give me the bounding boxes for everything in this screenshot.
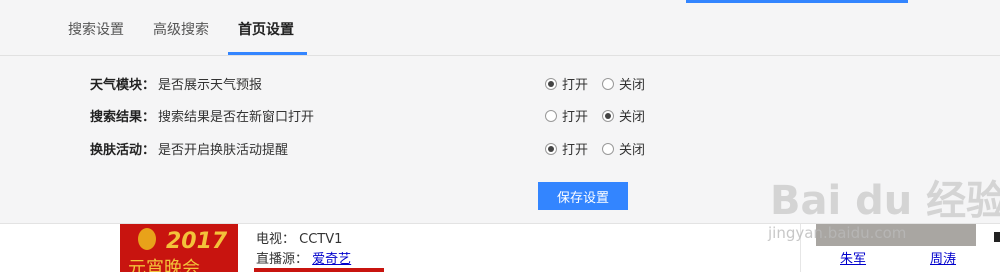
scroll-edge-mark — [994, 232, 1000, 242]
radio-label: 关闭 — [619, 110, 646, 125]
active-tab-indicator — [228, 52, 307, 55]
host-link[interactable]: 朱军 — [840, 248, 866, 267]
save-settings-button[interactable]: 保存设置 — [538, 182, 628, 210]
setting-label: 搜索结果： — [90, 110, 156, 125]
stream-source-line: 直播源： 爱奇艺 — [256, 248, 351, 267]
tv-channel-line: 电视： CCTV1 — [256, 228, 342, 247]
lantern-icon — [138, 228, 156, 250]
poster-title: 元宵晚会 — [128, 258, 200, 272]
setting-description: 是否展示天气预报 — [158, 78, 263, 93]
setting-label: 换肤活动： — [90, 143, 156, 158]
red-divider — [254, 268, 384, 272]
host-link[interactable]: 周涛 — [930, 248, 956, 267]
setting-description: 搜索结果是否在新窗口打开 — [158, 110, 315, 125]
tv-value: CCTV1 — [299, 232, 343, 247]
source-label: 直播源： — [256, 252, 309, 267]
radio-label: 关闭 — [619, 143, 646, 158]
results-on-radio[interactable]: 打开 — [545, 106, 588, 125]
radio-unselected-icon — [602, 77, 614, 90]
setting-row-search-results: 搜索结果： 搜索结果是否在新窗口打开 打开 关闭 — [90, 104, 970, 125]
radio-label: 打开 — [562, 110, 589, 125]
setting-description: 是否开启换肤活动提醒 — [158, 143, 289, 158]
tab-advanced-search[interactable]: 高级搜索 — [153, 19, 209, 39]
radio-label: 打开 — [562, 143, 589, 158]
skin-on-radio[interactable]: 打开 — [545, 139, 588, 158]
radio-selected-icon — [545, 142, 557, 155]
poster-year: 2017 — [166, 229, 228, 254]
tv-label: 电视： — [256, 232, 296, 247]
weather-on-radio[interactable]: 打开 — [545, 74, 588, 93]
setting-row-weather: 天气模块： 是否展示天气预报 打开 关闭 — [90, 72, 970, 93]
settings-tabs: 搜索设置 高级搜索 首页设置 — [0, 0, 1000, 56]
gala-poster-image[interactable]: 2017 元宵晚会 — [120, 224, 238, 272]
radio-unselected-icon — [602, 142, 614, 155]
radio-label: 打开 — [562, 78, 589, 93]
radio-unselected-icon — [545, 109, 557, 122]
setting-label: 天气模块： — [90, 78, 156, 93]
radio-label: 关闭 — [619, 78, 646, 93]
setting-row-skin-activity: 换肤活动： 是否开启换肤活动提醒 打开 关闭 — [90, 137, 970, 158]
source-link[interactable]: 爱奇艺 — [312, 252, 351, 267]
tab-homepage-settings[interactable]: 首页设置 — [238, 19, 294, 39]
weather-off-radio[interactable]: 关闭 — [602, 74, 645, 93]
radio-selected-icon — [545, 77, 557, 90]
radio-selected-icon — [602, 109, 614, 122]
skin-off-radio[interactable]: 关闭 — [602, 139, 645, 158]
baidu-watermark: Bai du 经验 — [770, 178, 1000, 224]
watermark-url: jingyan.baidu.com — [768, 224, 907, 242]
tab-search-settings[interactable]: 搜索设置 — [68, 19, 124, 39]
results-off-radio[interactable]: 关闭 — [602, 106, 645, 125]
